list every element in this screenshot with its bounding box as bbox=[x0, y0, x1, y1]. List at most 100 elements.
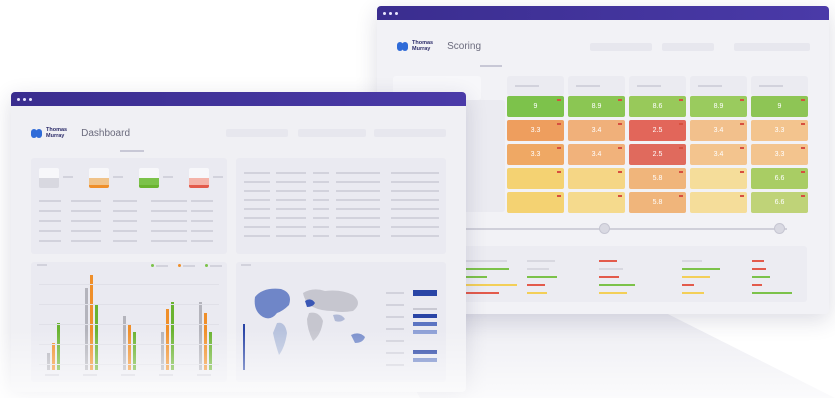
toolbar-actions[interactable] bbox=[734, 43, 810, 51]
dashboard-header: Thomas Murray Dashboard bbox=[31, 127, 130, 139]
score-cell[interactable] bbox=[690, 168, 747, 189]
score-cell[interactable]: 3.4 bbox=[690, 144, 747, 165]
score-value: 2.5 bbox=[652, 127, 663, 134]
score-cell[interactable]: 3.3 bbox=[507, 144, 564, 165]
detail-bar bbox=[682, 292, 704, 294]
detail-bar bbox=[599, 260, 617, 262]
chart-bar[interactable] bbox=[90, 275, 93, 370]
chart-bar[interactable] bbox=[85, 288, 88, 370]
score-cell[interactable] bbox=[568, 192, 625, 213]
detail-bar bbox=[752, 284, 762, 286]
chart-bar[interactable] bbox=[57, 322, 60, 370]
score-cell[interactable]: 5.8 bbox=[629, 168, 686, 189]
filter-select[interactable] bbox=[662, 43, 714, 51]
score-cell[interactable]: 3.4 bbox=[690, 120, 747, 141]
summary-row bbox=[191, 240, 213, 242]
brand-logo[interactable]: Thomas Murray bbox=[397, 40, 433, 52]
legend-swatch bbox=[413, 350, 437, 354]
flag-icon bbox=[740, 195, 744, 197]
score-cell[interactable]: 9 bbox=[751, 96, 808, 117]
filter-select[interactable] bbox=[226, 129, 288, 137]
legend-swatch bbox=[413, 358, 437, 362]
flag-icon bbox=[557, 123, 561, 125]
window-dot-icon[interactable] bbox=[23, 97, 26, 101]
score-cell[interactable]: 8.9 bbox=[568, 96, 625, 117]
chart-bar[interactable] bbox=[95, 305, 98, 370]
summary-row bbox=[113, 230, 137, 232]
score-cell[interactable] bbox=[507, 192, 564, 213]
toolbar-actions[interactable] bbox=[374, 129, 446, 137]
score-cell[interactable]: 3.4 bbox=[568, 144, 625, 165]
x-tick-label bbox=[45, 374, 59, 376]
chart-bar[interactable] bbox=[52, 343, 55, 370]
window-dot-icon[interactable] bbox=[389, 11, 392, 15]
window-dot-icon[interactable] bbox=[395, 11, 398, 15]
score-cell[interactable]: 9 bbox=[507, 96, 564, 117]
score-value: 3.3 bbox=[774, 151, 785, 158]
score-cell[interactable]: 5.8 bbox=[629, 192, 686, 213]
detail-bar bbox=[527, 276, 557, 278]
table-row bbox=[391, 226, 439, 228]
table-row bbox=[336, 226, 380, 228]
score-cell[interactable]: 3.3 bbox=[751, 120, 808, 141]
detail-bar bbox=[682, 260, 702, 262]
slider-knob-icon[interactable] bbox=[774, 223, 785, 234]
filter-select[interactable] bbox=[590, 43, 652, 51]
score-cell[interactable]: 2.5 bbox=[629, 144, 686, 165]
score-cell[interactable]: 3.3 bbox=[507, 120, 564, 141]
table-row bbox=[244, 226, 270, 228]
score-cell[interactable]: 3.3 bbox=[751, 144, 808, 165]
score-column-header[interactable] bbox=[507, 76, 564, 96]
window-dot-icon[interactable] bbox=[383, 11, 386, 15]
score-cell[interactable]: 8.6 bbox=[629, 96, 686, 117]
legend-label bbox=[386, 352, 404, 354]
flag-icon bbox=[557, 147, 561, 149]
table-row bbox=[244, 235, 270, 237]
detail-bar bbox=[682, 268, 720, 270]
score-column-header[interactable] bbox=[751, 76, 808, 96]
score-cell[interactable]: 8.9 bbox=[690, 96, 747, 117]
filter-select[interactable] bbox=[298, 129, 366, 137]
summary-row bbox=[151, 240, 187, 242]
chart-bar[interactable] bbox=[166, 309, 169, 370]
chart-bar[interactable] bbox=[171, 301, 174, 370]
score-details-panel bbox=[437, 246, 807, 302]
table-row bbox=[391, 217, 439, 219]
table-row bbox=[391, 235, 439, 237]
flag-icon bbox=[801, 195, 805, 197]
table-row bbox=[276, 235, 306, 237]
score-cell[interactable]: 6.6 bbox=[751, 168, 808, 189]
chart-bar[interactable] bbox=[47, 352, 50, 370]
summary-row bbox=[39, 230, 61, 232]
range-track[interactable] bbox=[437, 228, 787, 230]
header-label bbox=[515, 85, 539, 87]
score-column-header[interactable] bbox=[690, 76, 747, 96]
summary-row bbox=[191, 220, 213, 222]
summary-row bbox=[71, 230, 101, 232]
score-column-header[interactable] bbox=[568, 76, 625, 96]
score-cell[interactable] bbox=[690, 192, 747, 213]
score-cell[interactable]: 3.4 bbox=[568, 120, 625, 141]
chart-bar[interactable] bbox=[204, 313, 207, 370]
table-row bbox=[391, 208, 439, 210]
score-cell[interactable]: 2.5 bbox=[629, 120, 686, 141]
chart-bar[interactable] bbox=[199, 301, 202, 370]
flag-icon bbox=[618, 99, 622, 101]
header-label bbox=[759, 85, 783, 87]
flag-icon bbox=[740, 147, 744, 149]
score-cell[interactable]: 6.6 bbox=[751, 192, 808, 213]
slider-knob-icon[interactable] bbox=[599, 223, 610, 234]
score-value: 3.4 bbox=[591, 151, 602, 158]
table-row bbox=[336, 199, 380, 201]
score-column-header[interactable] bbox=[629, 76, 686, 96]
page-title: Scoring bbox=[447, 40, 481, 52]
world-map[interactable] bbox=[241, 277, 381, 377]
window-dot-icon[interactable] bbox=[17, 97, 20, 101]
score-value: 9 bbox=[777, 103, 782, 110]
table-row bbox=[244, 199, 270, 201]
brand-logo[interactable]: Thomas Murray bbox=[31, 127, 67, 139]
score-cell[interactable] bbox=[568, 168, 625, 189]
gridline bbox=[39, 324, 219, 325]
window-dot-icon[interactable] bbox=[29, 97, 32, 101]
score-cell[interactable] bbox=[507, 168, 564, 189]
